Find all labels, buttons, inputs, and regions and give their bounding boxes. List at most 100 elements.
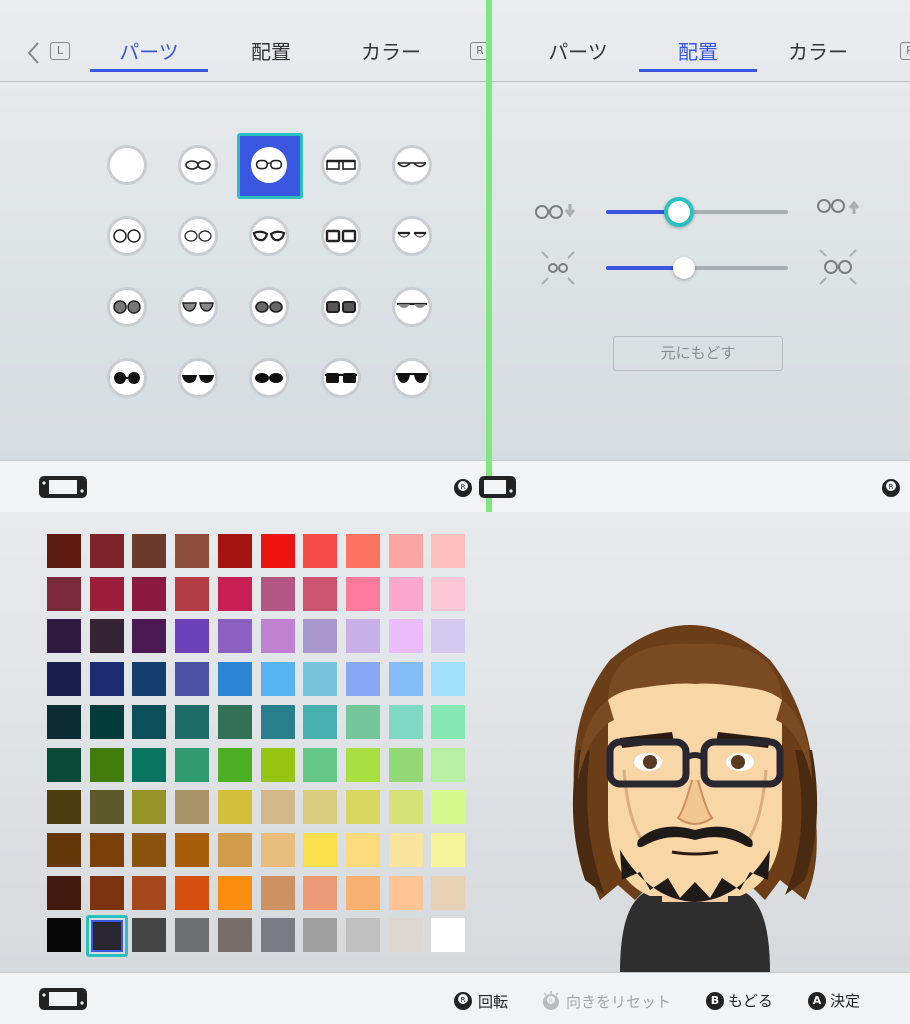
color-swatch[interactable]	[89, 704, 124, 739]
color-swatch[interactable]	[217, 576, 252, 611]
color-swatch[interactable]	[217, 790, 252, 825]
back-button[interactable]	[24, 38, 44, 68]
color-swatch[interactable]	[260, 662, 295, 697]
glasses-option-none[interactable]	[107, 145, 147, 185]
color-swatch[interactable]	[47, 918, 81, 953]
color-swatch[interactable]	[132, 704, 167, 739]
tab-parts[interactable]: パーツ	[519, 36, 637, 72]
glasses-option-aviator-tint[interactable]	[178, 287, 218, 327]
color-swatch[interactable]	[345, 918, 380, 953]
glasses-option-tinted-oval[interactable]	[249, 287, 289, 327]
color-swatch[interactable]	[47, 747, 81, 782]
slider-knob[interactable]	[663, 197, 694, 227]
tab-parts[interactable]: パーツ	[90, 36, 208, 72]
color-swatch[interactable]	[260, 832, 295, 867]
color-swatch[interactable]	[260, 619, 295, 654]
color-swatch[interactable]	[388, 918, 423, 953]
tab-placement[interactable]: 配置	[639, 36, 757, 72]
color-swatch[interactable]	[89, 875, 124, 910]
color-swatch[interactable]	[89, 747, 124, 782]
color-swatch[interactable]	[132, 619, 167, 654]
glasses-option-round-thin[interactable]	[178, 216, 218, 256]
color-swatch[interactable]	[175, 662, 210, 697]
color-swatch[interactable]	[175, 832, 210, 867]
color-swatch[interactable]	[260, 534, 295, 568]
glasses-option-rect-bar[interactable]	[321, 145, 361, 185]
tab-color[interactable]: カラー	[759, 36, 877, 72]
color-swatch[interactable]	[431, 662, 466, 697]
color-swatch[interactable]	[388, 704, 423, 739]
color-swatch[interactable]	[431, 790, 466, 825]
color-swatch[interactable]	[47, 875, 81, 910]
color-swatch[interactable]	[89, 790, 124, 825]
color-swatch[interactable]	[303, 875, 338, 910]
color-swatch[interactable]	[89, 619, 124, 654]
size-slider[interactable]	[606, 266, 788, 270]
color-swatch[interactable]	[431, 875, 466, 910]
color-swatch[interactable]	[217, 704, 252, 739]
color-swatch[interactable]	[345, 619, 380, 654]
color-swatch[interactable]	[260, 747, 295, 782]
color-swatch[interactable]	[217, 747, 252, 782]
color-swatch[interactable]	[303, 619, 338, 654]
color-swatch[interactable]	[303, 790, 338, 825]
color-swatch[interactable]	[345, 704, 380, 739]
color-swatch[interactable]	[132, 534, 167, 568]
color-swatch[interactable]	[303, 918, 338, 953]
color-swatch[interactable]	[260, 875, 295, 910]
color-swatch[interactable]	[303, 704, 338, 739]
color-swatch[interactable]	[431, 747, 466, 782]
color-swatch[interactable]	[345, 662, 380, 697]
vertical-position-slider[interactable]	[606, 210, 788, 214]
color-swatch[interactable]	[47, 662, 81, 697]
color-swatch[interactable]	[303, 576, 338, 611]
color-swatch[interactable]	[132, 832, 167, 867]
tab-color[interactable]: カラー	[332, 36, 450, 72]
color-swatch[interactable]	[345, 790, 380, 825]
glasses-option-tinted-square[interactable]	[321, 287, 361, 327]
glasses-option-tinted-round[interactable]	[107, 287, 147, 327]
color-swatch[interactable]	[175, 918, 210, 953]
glasses-option-dark-wide[interactable]	[178, 358, 218, 398]
color-swatch[interactable]	[388, 747, 423, 782]
color-swatch[interactable]	[388, 875, 423, 910]
color-swatch[interactable]	[132, 576, 167, 611]
color-swatch[interactable]	[217, 534, 252, 568]
color-swatch[interactable]	[260, 790, 295, 825]
color-swatch[interactable]	[303, 832, 338, 867]
color-swatch[interactable]	[431, 832, 466, 867]
color-swatch[interactable]	[217, 619, 252, 654]
glasses-option-brow-line[interactable]	[392, 216, 432, 256]
color-swatch[interactable]	[47, 704, 81, 739]
glasses-option-dark-oval[interactable]	[249, 358, 289, 398]
glasses-option-tinted-brow[interactable]	[392, 287, 432, 327]
confirm-hint[interactable]: A 決定	[808, 990, 860, 1011]
color-swatch[interactable]	[431, 576, 466, 611]
glasses-option-cat-eye[interactable]	[249, 216, 289, 256]
glasses-option-dark-round[interactable]	[107, 358, 147, 398]
color-swatch[interactable]	[132, 662, 167, 697]
color-swatch[interactable]	[217, 832, 252, 867]
glasses-option-small-oval[interactable]	[178, 145, 218, 185]
glasses-option-half-rim[interactable]	[392, 145, 432, 185]
color-swatch[interactable]	[431, 704, 466, 739]
color-swatch[interactable]	[217, 875, 252, 910]
color-swatch[interactable]	[431, 619, 466, 654]
glasses-option-square-thick[interactable]	[321, 216, 361, 256]
color-swatch[interactable]	[345, 576, 380, 611]
color-swatch[interactable]	[175, 534, 210, 568]
glasses-option-rounded-rect[interactable]	[251, 147, 287, 183]
back-hint[interactable]: B もどる	[706, 990, 773, 1011]
color-swatch[interactable]	[132, 918, 167, 953]
slider-knob[interactable]	[673, 257, 696, 279]
color-swatch[interactable]	[260, 918, 295, 953]
color-swatch[interactable]	[175, 747, 210, 782]
color-swatch[interactable]	[175, 576, 210, 611]
color-swatch[interactable]	[303, 747, 338, 782]
color-swatch[interactable]	[217, 918, 252, 953]
reset-button[interactable]: 元にもどす	[613, 336, 783, 371]
tab-placement[interactable]: 配置	[212, 36, 330, 72]
color-swatch[interactable]	[431, 534, 466, 568]
color-swatch[interactable]	[47, 576, 81, 611]
rotate-hint[interactable]: R 回転	[452, 990, 508, 1012]
